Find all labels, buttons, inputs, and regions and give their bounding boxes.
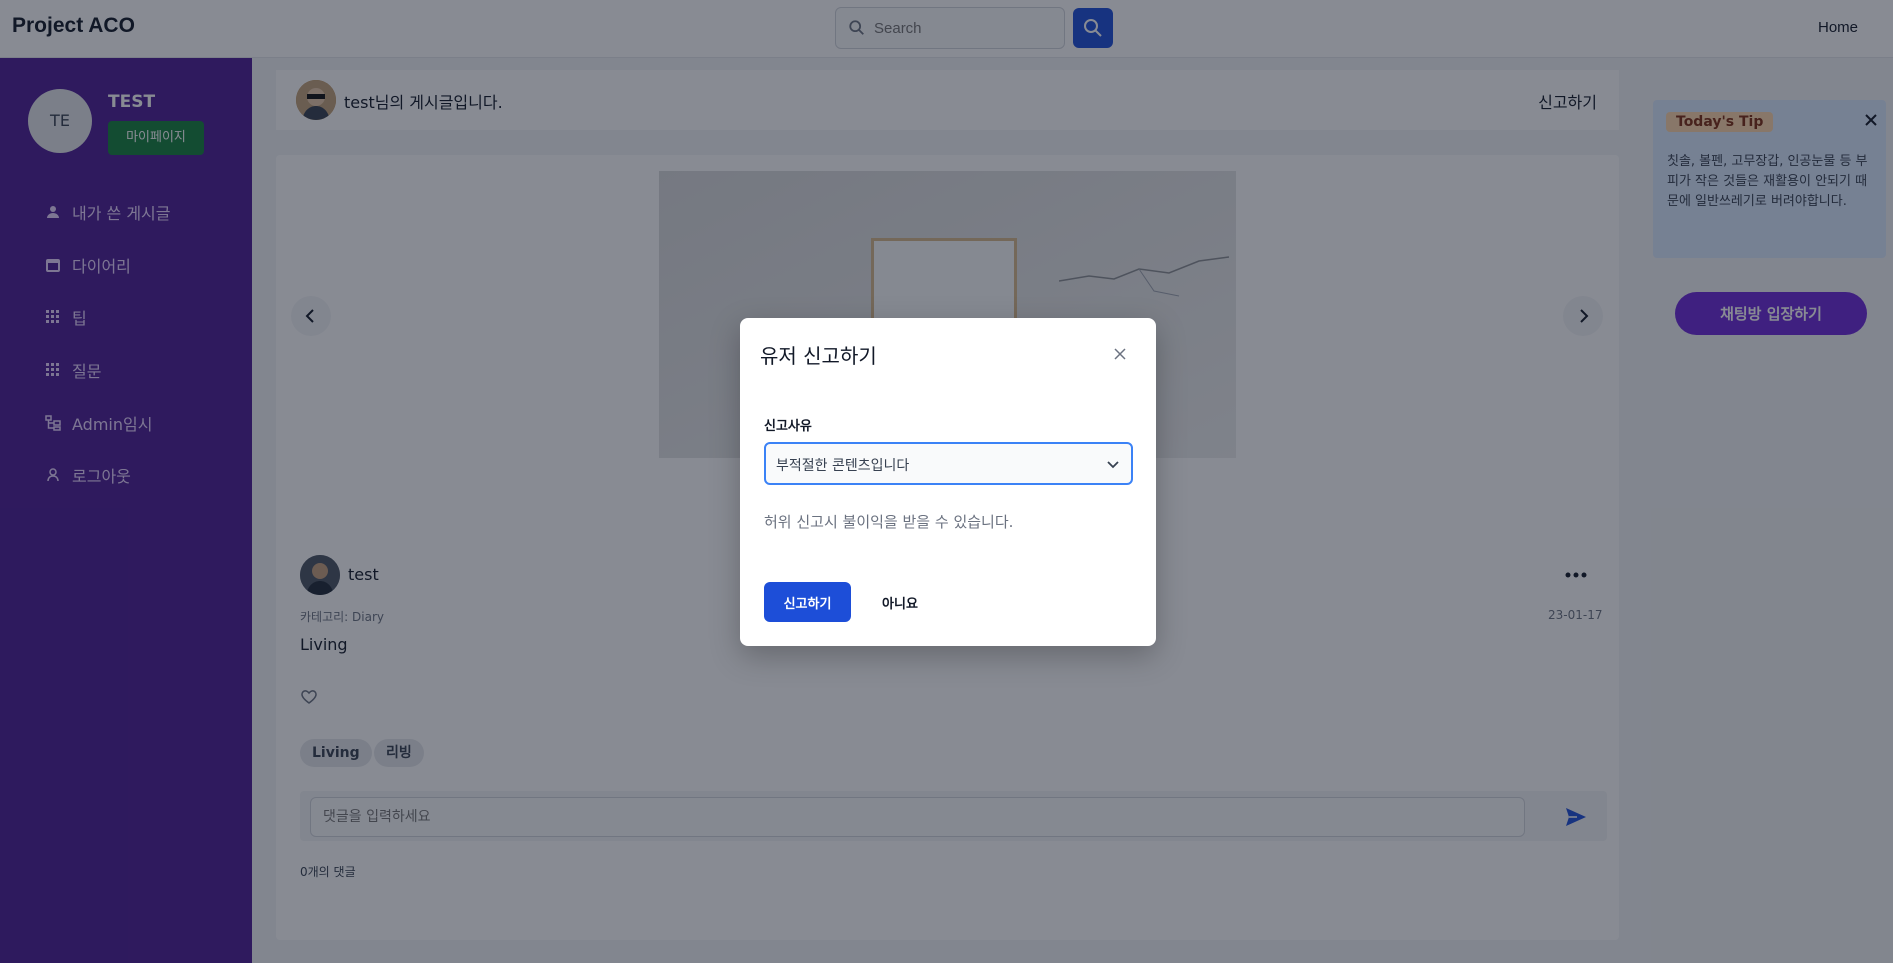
selected-reason: 부적절한 콘텐츠입니다 bbox=[776, 458, 910, 474]
close-icon bbox=[1114, 348, 1126, 360]
modal-close-button[interactable] bbox=[1110, 344, 1130, 364]
report-reason-select[interactable]: 부적절한 콘텐츠입니다 bbox=[764, 442, 1133, 485]
confirm-report-button[interactable]: 신고하기 bbox=[764, 582, 851, 622]
modal-title: 유저 신고하기 bbox=[760, 344, 877, 368]
report-reason-label: 신고사유 bbox=[764, 419, 812, 434]
report-user-modal: 유저 신고하기 신고사유 부적절한 콘텐츠입니다 허위 신고시 불이익을 받을 … bbox=[740, 318, 1156, 646]
chevron-down-icon bbox=[1107, 461, 1119, 469]
report-warning: 허위 신고시 불이익을 받을 수 있습니다. bbox=[764, 513, 1014, 531]
cancel-button[interactable]: 아니요 bbox=[870, 582, 930, 622]
